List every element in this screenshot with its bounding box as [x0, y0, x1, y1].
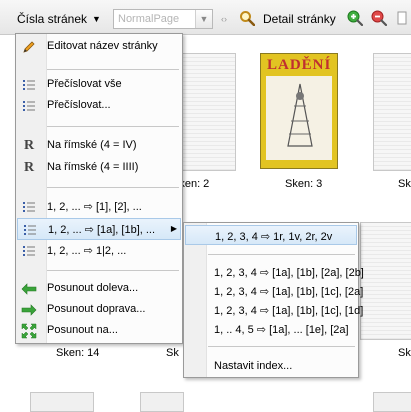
menu-separator	[47, 69, 179, 70]
toolbar: Čísla stránek ▼ NormalPage ▼ ‹› Detail s…	[0, 0, 411, 35]
menu-item-edit-page-name[interactable]: Editovat název stránky	[17, 36, 181, 58]
menu-item-label: 1, 2, ... ⇨ [1], [2], ...	[47, 201, 142, 213]
menu-item-renumber-all[interactable]: Přečíslovat vše	[17, 74, 181, 96]
menu-item-label: Přečíslovat...	[47, 99, 111, 111]
menu-item-label: 1, 2, ... ⇨ [1a], [1b], ...	[48, 224, 156, 236]
cover-title: LADĚNÍ	[267, 57, 332, 73]
submenu-item-set-index[interactable]: Nastavit index...	[185, 356, 357, 376]
submenu-item-label: Nastavit index...	[214, 360, 293, 372]
scan-thumbnail[interactable]	[373, 53, 411, 171]
scan-label: Sk	[398, 347, 411, 359]
numbered-list-icon	[21, 199, 37, 215]
menu-item-label: Posunout doprava...	[47, 303, 146, 315]
menu-item-shift-to[interactable]: Posunout na...	[17, 320, 181, 342]
scan-thumbnail[interactable]	[360, 222, 411, 340]
numbered-list-icon	[21, 77, 37, 93]
numbered-list-icon	[22, 222, 38, 238]
scan-label: Sken: 14	[56, 347, 100, 359]
zoom-out-icon[interactable]	[371, 10, 387, 26]
submenu-item-two-letters[interactable]: 1, 2, 3, 4 ⇨ [1a], [1b], [2a], [2b]	[185, 262, 364, 282]
scan-label: Sken: 3	[285, 178, 323, 190]
chevron-down-icon: ▼	[92, 14, 101, 24]
menu-separator	[47, 187, 179, 188]
menu-item-label: Přečíslovat vše	[47, 78, 122, 90]
submenu-item-label: 1, .. 4, 5 ⇨ [1a], ... [1e], [2a]	[214, 324, 349, 336]
chevron-down-icon[interactable]: ▼	[195, 10, 212, 28]
menu-item-shift-left[interactable]: Posunout doleva...	[17, 278, 181, 300]
submenu-separator	[208, 346, 355, 347]
roman-r-icon: R	[23, 138, 35, 153]
submenu-arrow-icon: ▶	[170, 224, 177, 233]
letter-suffix-submenu: 1, 2, 3, 4 ⇨ 1r, 1v, 2r, 2v 1, 2, 3, 4 ⇨…	[183, 222, 364, 378]
scan-label: Sk	[398, 178, 411, 190]
submenu-item-label: 1, 2, 3, 4 ⇨ [1a], [1b], [1c], [2a]	[214, 286, 364, 298]
submenu-item-label: 1, 2, 3, 4 ⇨ [1a], [1b], [2a], [2b]	[214, 267, 364, 279]
menu-item-label: 1, 2, ... ⇨ 1|2, ...	[47, 245, 127, 257]
more-icon[interactable]	[397, 11, 407, 25]
page-numbers-menu: Editovat název stránky Přečíslovat vše P…	[15, 33, 183, 344]
menu-separator	[47, 270, 179, 271]
menu-item-roman-iv[interactable]: R Na římské (4 = IV)	[17, 135, 181, 157]
scan-thumbnail[interactable]	[140, 392, 184, 412]
cover-illustration	[266, 76, 332, 160]
submenu-separator	[208, 254, 355, 255]
scan-thumbnail-cover[interactable]: LADĚNÍ	[260, 53, 338, 169]
roman-r-icon: R	[23, 160, 35, 175]
page-numbers-dropdown[interactable]: Čísla stránek ▼	[17, 10, 101, 28]
menu-item-bracket-numbers[interactable]: 1, 2, ... ⇨ [1], [2], ...	[17, 196, 181, 218]
submenu-item-three-letters[interactable]: 1, 2, 3, 4 ⇨ [1a], [1b], [1c], [2a]	[185, 281, 363, 301]
submenu-item-recto-verso[interactable]: 1, 2, 3, 4 ⇨ 1r, 1v, 2r, 2v	[185, 225, 357, 245]
submenu-item-label: 1, 2, 3, 4 ⇨ 1r, 1v, 2r, 2v	[215, 231, 333, 243]
numbered-list-icon	[21, 98, 37, 114]
scan-label: Sk	[166, 347, 179, 359]
menu-item-label: Na římské (4 = IIII)	[47, 161, 139, 173]
search-icon[interactable]	[239, 10, 255, 26]
zoom-in-icon[interactable]	[347, 10, 363, 26]
toolbar-separator-handle: ‹›	[221, 14, 227, 24]
menu-item-pipe-numbers[interactable]: 1, 2, ... ⇨ 1|2, ...	[17, 240, 181, 262]
numbered-list-icon	[21, 243, 37, 259]
page-detail-button[interactable]: Detail stránky	[263, 12, 336, 26]
menu-item-label: Posunout doleva...	[47, 282, 139, 294]
submenu-item-five-letters[interactable]: 1, .. 4, 5 ⇨ [1a], ... [1e], [2a]	[185, 319, 357, 339]
menu-item-label: Editovat název stránky	[47, 40, 158, 52]
menu-item-letter-suffix[interactable]: 1, 2, ... ⇨ [1a], [1b], ... ▶	[17, 218, 181, 240]
page-numbers-dropdown-label: Čísla stránek	[17, 12, 88, 26]
scan-thumbnail[interactable]	[373, 392, 411, 412]
menu-item-renumber[interactable]: Přečíslovat...	[17, 95, 181, 117]
pencil-icon	[21, 39, 37, 55]
scan-thumbnail[interactable]	[30, 392, 94, 412]
menu-item-shift-right[interactable]: Posunout doprava...	[17, 299, 181, 321]
page-type-placeholder: NormalPage	[118, 13, 180, 25]
submenu-item-label: 1, 2, 3, 4 ⇨ [1a], [1b], [1c], [1d]	[214, 305, 364, 317]
arrow-left-icon	[21, 281, 37, 297]
menu-item-roman-iiii[interactable]: R Na římské (4 = IIII)	[17, 157, 181, 179]
menu-separator	[47, 126, 179, 127]
arrow-right-icon	[21, 302, 37, 318]
page-type-select[interactable]: NormalPage ▼	[113, 9, 213, 29]
menu-item-label: Na římské (4 = IV)	[47, 139, 137, 151]
submenu-item-four-letters[interactable]: 1, 2, 3, 4 ⇨ [1a], [1b], [1c], [1d]	[185, 300, 363, 320]
menu-item-label: Posunout na...	[47, 324, 118, 336]
move-to-icon	[21, 323, 37, 339]
